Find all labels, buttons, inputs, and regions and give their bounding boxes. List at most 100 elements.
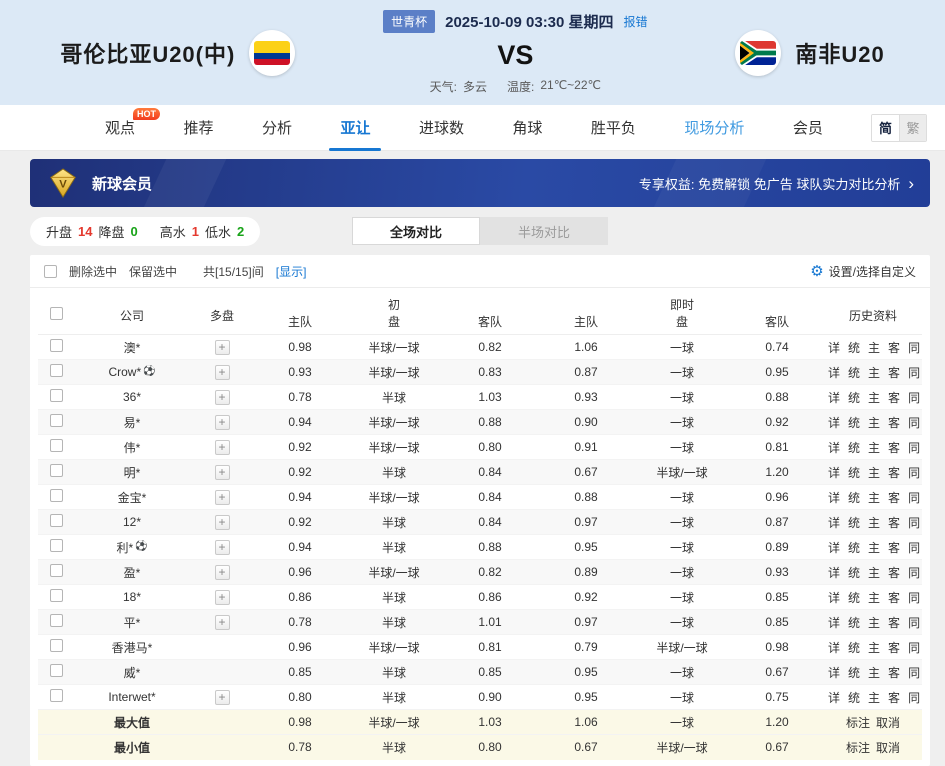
history-link-统[interactable]: 统 <box>848 516 860 530</box>
history-link-客[interactable]: 客 <box>888 466 900 480</box>
action-取消[interactable]: 取消 <box>876 741 900 755</box>
row-checkbox[interactable] <box>50 689 63 702</box>
row-checkbox[interactable] <box>50 514 63 527</box>
history-link-主[interactable]: 主 <box>868 666 880 680</box>
history-link-统[interactable]: 统 <box>848 491 860 505</box>
history-link-客[interactable]: 客 <box>888 591 900 605</box>
history-link-主[interactable]: 主 <box>868 366 880 380</box>
toolbar-checkbox[interactable] <box>44 265 57 278</box>
history-link-同[interactable]: 同 <box>908 491 920 505</box>
history-link-统[interactable]: 统 <box>848 591 860 605</box>
company-name[interactable]: 18* <box>123 590 141 604</box>
row-checkbox[interactable] <box>50 664 63 677</box>
action-标注[interactable]: 标注 <box>846 716 870 730</box>
history-link-客[interactable]: 客 <box>888 691 900 705</box>
company-name[interactable]: 平* <box>124 614 141 631</box>
show-link[interactable]: [显示] <box>276 263 307 280</box>
expand-multi-button[interactable]: + <box>215 565 230 580</box>
history-link-客[interactable]: 客 <box>888 641 900 655</box>
expand-multi-button[interactable]: + <box>215 615 230 630</box>
half-match-toggle[interactable]: 半场对比 <box>480 217 608 245</box>
expand-multi-button[interactable]: + <box>215 590 230 605</box>
company-name[interactable]: 金宝* <box>118 489 147 506</box>
company-name[interactable]: 盈* <box>124 564 141 581</box>
history-link-客[interactable]: 客 <box>888 441 900 455</box>
expand-multi-button[interactable]: + <box>215 415 230 430</box>
expand-multi-button[interactable]: + <box>215 390 230 405</box>
history-link-同[interactable]: 同 <box>908 366 920 380</box>
history-link-统[interactable]: 统 <box>848 616 860 630</box>
history-link-主[interactable]: 主 <box>868 491 880 505</box>
history-link-统[interactable]: 统 <box>848 341 860 355</box>
history-link-同[interactable]: 同 <box>908 341 920 355</box>
history-link-详[interactable]: 详 <box>828 641 840 655</box>
history-link-客[interactable]: 客 <box>888 566 900 580</box>
row-checkbox[interactable] <box>50 539 63 552</box>
history-link-统[interactable]: 统 <box>848 391 860 405</box>
history-link-主[interactable]: 主 <box>868 441 880 455</box>
row-checkbox[interactable] <box>50 614 63 627</box>
company-name[interactable]: 威* <box>124 664 141 681</box>
history-link-同[interactable]: 同 <box>908 666 920 680</box>
expand-multi-button[interactable]: + <box>215 490 230 505</box>
expand-multi-button[interactable]: + <box>215 540 230 555</box>
tab-会员[interactable]: 会员 <box>793 105 823 151</box>
history-link-详[interactable]: 详 <box>828 441 840 455</box>
company-name[interactable]: Crow*⚽ <box>108 365 155 379</box>
history-link-客[interactable]: 客 <box>888 666 900 680</box>
history-link-主[interactable]: 主 <box>868 391 880 405</box>
company-name[interactable]: 伟* <box>124 439 141 456</box>
report-error-link[interactable]: 报错 <box>624 13 648 30</box>
history-link-详[interactable]: 详 <box>828 541 840 555</box>
tab-现场分析[interactable]: 现场分析 <box>684 105 744 151</box>
company-name[interactable]: Interwet* <box>108 690 155 704</box>
company-name[interactable]: 易* <box>124 414 141 431</box>
history-link-客[interactable]: 客 <box>888 491 900 505</box>
history-link-同[interactable]: 同 <box>908 566 920 580</box>
row-checkbox[interactable] <box>50 414 63 427</box>
history-link-同[interactable]: 同 <box>908 466 920 480</box>
history-link-客[interactable]: 客 <box>888 416 900 430</box>
history-link-同[interactable]: 同 <box>908 641 920 655</box>
company-name[interactable]: 12* <box>123 515 141 529</box>
history-link-详[interactable]: 详 <box>828 591 840 605</box>
history-link-同[interactable]: 同 <box>908 616 920 630</box>
history-link-详[interactable]: 详 <box>828 566 840 580</box>
history-link-主[interactable]: 主 <box>868 566 880 580</box>
action-取消[interactable]: 取消 <box>876 716 900 730</box>
history-link-主[interactable]: 主 <box>868 416 880 430</box>
row-checkbox[interactable] <box>50 489 63 502</box>
row-checkbox[interactable] <box>50 339 63 352</box>
expand-multi-button[interactable]: + <box>215 340 230 355</box>
settings-button[interactable]: ⚙ 设置/选择自定义 <box>810 263 916 280</box>
company-name[interactable]: 36* <box>123 390 141 404</box>
history-link-详[interactable]: 详 <box>828 516 840 530</box>
history-link-统[interactable]: 统 <box>848 566 860 580</box>
history-link-主[interactable]: 主 <box>868 641 880 655</box>
history-link-客[interactable]: 客 <box>888 541 900 555</box>
expand-multi-button[interactable]: + <box>215 515 230 530</box>
history-link-详[interactable]: 详 <box>828 491 840 505</box>
history-link-同[interactable]: 同 <box>908 591 920 605</box>
row-checkbox[interactable] <box>50 639 63 652</box>
row-checkbox[interactable] <box>50 364 63 377</box>
tab-观点[interactable]: 观点HOT <box>105 105 135 151</box>
history-link-同[interactable]: 同 <box>908 391 920 405</box>
history-link-同[interactable]: 同 <box>908 541 920 555</box>
row-checkbox[interactable] <box>50 589 63 602</box>
history-link-详[interactable]: 详 <box>828 341 840 355</box>
history-link-统[interactable]: 统 <box>848 666 860 680</box>
history-link-统[interactable]: 统 <box>848 366 860 380</box>
keep-selected-button[interactable]: 保留选中 <box>129 263 177 280</box>
history-link-主[interactable]: 主 <box>868 616 880 630</box>
company-name[interactable]: 香港马* <box>112 639 153 656</box>
history-link-详[interactable]: 详 <box>828 691 840 705</box>
history-link-客[interactable]: 客 <box>888 616 900 630</box>
tab-亚让[interactable]: 亚让 <box>340 105 370 151</box>
history-link-统[interactable]: 统 <box>848 541 860 555</box>
select-all-checkbox[interactable] <box>50 307 63 320</box>
tab-角球[interactable]: 角球 <box>512 105 542 151</box>
history-link-同[interactable]: 同 <box>908 516 920 530</box>
history-link-详[interactable]: 详 <box>828 416 840 430</box>
expand-multi-button[interactable]: + <box>215 690 230 705</box>
